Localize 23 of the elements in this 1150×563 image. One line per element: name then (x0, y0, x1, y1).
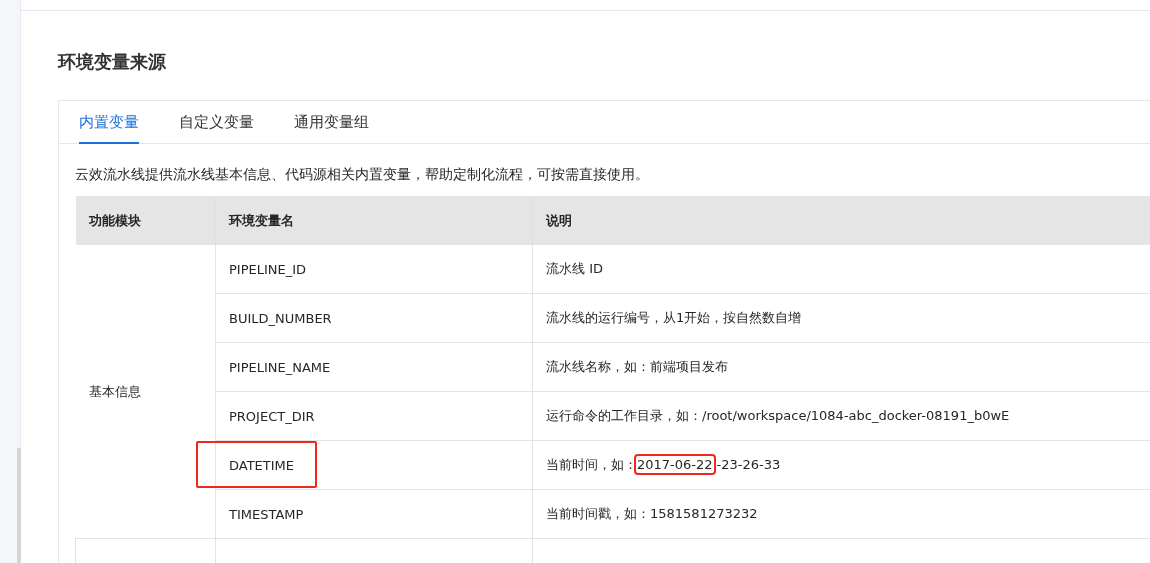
column-header: 环境变量名 (215, 196, 533, 245)
column-header: 功能模块 (75, 196, 216, 245)
highlight-box: 2017-06-22 (637, 457, 713, 472)
table-cell: PIPELINE_NAME (229, 359, 331, 375)
table-cell: 当前时间戳，如：1581581273232 (546, 506, 758, 521)
tab[interactable]: 自定义变量 (179, 101, 254, 144)
table-cell: TIMESTAMP (229, 506, 304, 522)
column-header: 说明 (532, 196, 1150, 245)
table-cell: 运行命令的工作目录，如：/root/workspace/1084-abc_docker-08191_b0wE (546, 408, 1010, 423)
intro-text: 云效流水线提供流水线基本信息、代码源相关内置变量，帮助定制化流程，可按需直接使用。 (75, 165, 650, 184)
table-cell: 当前时间，如：2017-06-22 -23-26-33 (546, 457, 781, 472)
table-cell: 基本信息 (75, 245, 216, 539)
table-cell: 流水线的运行编号，从1开始，按自然数自增 (546, 310, 802, 325)
table-cell: DATETIME (229, 457, 295, 473)
table-cell: PROJECT_DIR (229, 408, 315, 424)
table-cell: PIPELINE_ID (229, 261, 307, 277)
tab[interactable]: 通用变量组 (294, 101, 369, 144)
tab[interactable]: 内置变量 (79, 101, 139, 144)
table-cell: 流水线名称，如：前端项目发布 (546, 359, 728, 374)
scrollbar-thumb[interactable] (17, 448, 21, 563)
section-title: 环境变量来源 (58, 50, 167, 74)
table-cell: 流水线 ID (546, 261, 603, 276)
table-cell: BUILD_NUMBER (229, 310, 332, 326)
